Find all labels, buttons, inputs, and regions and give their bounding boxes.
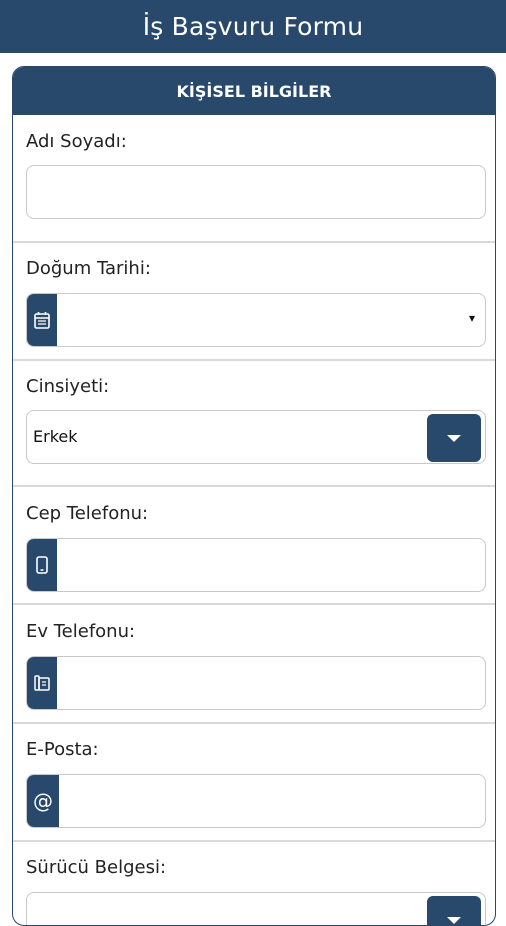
caret-down-icon <box>447 916 461 924</box>
home-phone-input-box[interactable] <box>26 656 486 710</box>
section-header: KİŞİSEL BİLGİLER <box>13 67 495 115</box>
home-phone-label: Ev Telefonu: <box>26 621 136 642</box>
divider <box>13 603 495 605</box>
mobile-input[interactable] <box>27 539 485 591</box>
birth-date-input[interactable] <box>27 294 485 346</box>
birth-date-label: Doğum Tarihi: <box>26 258 151 279</box>
at-sign-icon: @ <box>27 775 59 827</box>
gender-selected-value: Erkek <box>33 427 78 446</box>
app-title: İş Başvuru Formu <box>142 12 364 41</box>
name-label: Adı Soyadı: <box>26 131 127 152</box>
desk-phone-icon <box>27 657 57 709</box>
mobile-phone-icon <box>27 539 57 591</box>
divider <box>13 722 495 724</box>
license-dropdown-button[interactable] <box>427 896 481 925</box>
home-phone-input[interactable] <box>27 657 485 709</box>
personal-info-card: KİŞİSEL BİLGİLER Adı Soyadı: Doğum Tarih… <box>12 66 496 926</box>
name-input[interactable] <box>27 166 485 218</box>
mobile-input-box[interactable] <box>26 538 486 592</box>
name-input-box[interactable] <box>26 165 486 219</box>
section-title: KİŞİSEL BİLGİLER <box>176 81 332 101</box>
mobile-label: Cep Telefonu: <box>26 503 149 524</box>
email-input[interactable] <box>27 775 485 827</box>
dropdown-caret-icon: ▾ <box>468 311 475 325</box>
gender-dropdown-button[interactable] <box>427 414 481 462</box>
email-label: E-Posta: <box>26 739 99 760</box>
caret-down-icon <box>447 434 461 442</box>
app-bar: İş Başvuru Formu <box>0 0 506 53</box>
license-select[interactable] <box>26 892 486 925</box>
birth-date-picker[interactable]: ▾ <box>26 293 486 347</box>
divider <box>13 840 495 842</box>
divider <box>13 485 495 487</box>
gender-select[interactable]: Erkek <box>26 410 486 464</box>
divider <box>13 359 495 361</box>
license-label: Sürücü Belgesi: <box>26 857 167 878</box>
calendar-icon <box>27 294 57 346</box>
email-input-box[interactable]: @ <box>26 774 486 828</box>
divider <box>13 241 495 243</box>
gender-label: Cinsiyeti: <box>26 376 110 397</box>
